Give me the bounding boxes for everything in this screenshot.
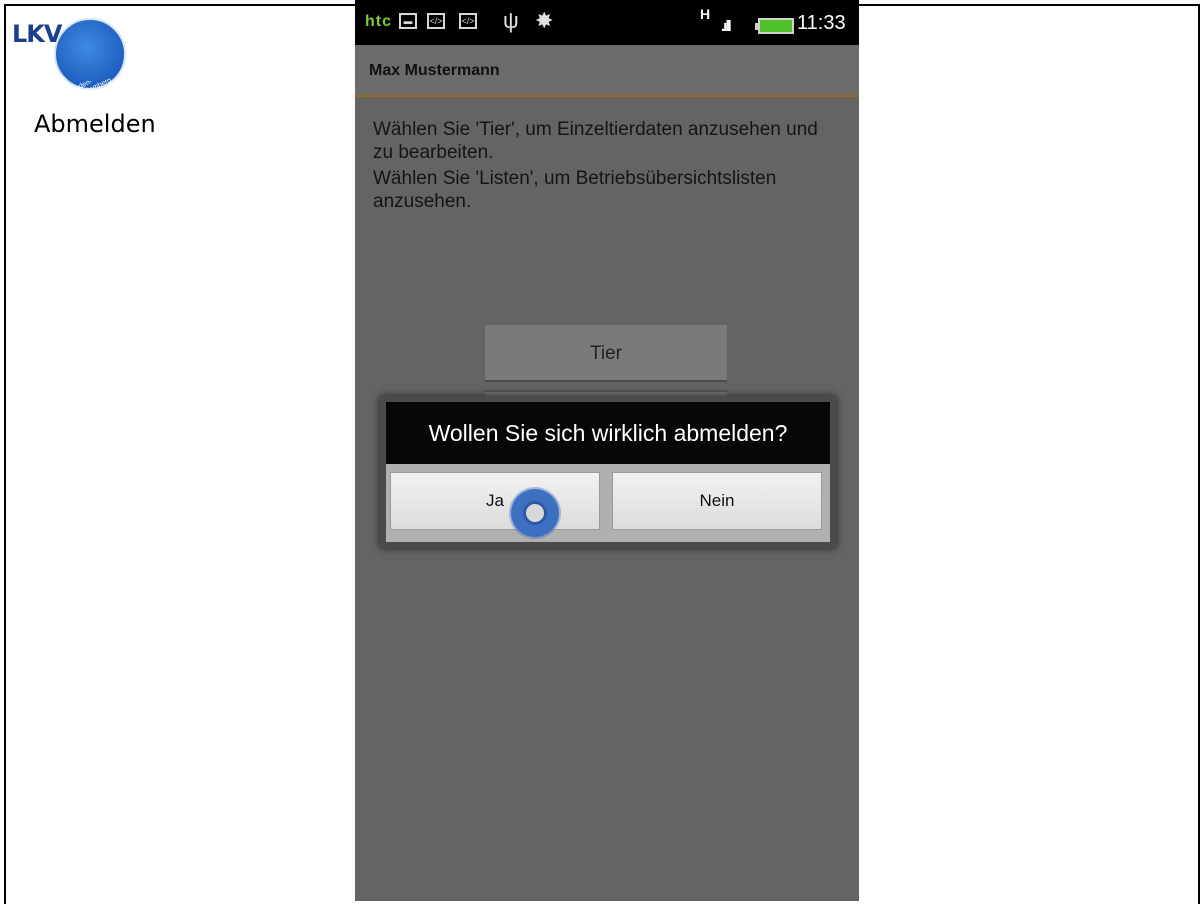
battery-icon	[755, 18, 794, 34]
code-icon: </>	[427, 13, 445, 29]
usb-icon: ψ	[503, 8, 519, 33]
carrier-label: htc	[365, 13, 392, 30]
tier-button[interactable]: Tier	[485, 325, 727, 382]
logout-dialog: Wollen Sie sich wirklich abmelden? Ja Ne…	[380, 396, 836, 548]
code-icon: </>	[459, 13, 477, 29]
status-bar: htc ▬ </> </> ψ ✸ H .ıll 11:33	[355, 0, 859, 45]
app-titlebar: Max Mustermann	[355, 45, 859, 97]
yes-button[interactable]: Ja	[390, 472, 600, 530]
dialog-message: Wollen Sie sich wirklich abmelden?	[386, 402, 830, 464]
info-line-tier: Wählen Sie 'Tier', um Einzeltierdaten an…	[373, 119, 818, 163]
phone-screen: htc ▬ </> </> ψ ✸ H .ıll 11:33 Max Muste…	[355, 0, 859, 901]
network-type-label: H	[700, 6, 711, 22]
lkv-logo: LKV Baden-Württemberg	[12, 16, 132, 100]
status-time: 11:33	[797, 12, 846, 34]
android-debug-icon: ✸	[535, 8, 554, 33]
dialog-button-bar: Ja Nein	[386, 464, 830, 542]
touch-indicator-icon	[511, 489, 559, 537]
step-label: Abmelden	[34, 110, 156, 138]
info-line-listen: Wählen Sie 'Listen', um Betriebsübersich…	[373, 168, 777, 212]
image-icon: ▬	[399, 13, 417, 29]
no-button[interactable]: Nein	[612, 472, 822, 530]
user-name: Max Mustermann	[369, 62, 500, 79]
signal-icon: .ıll	[721, 18, 732, 35]
info-text: Wählen Sie 'Tier', um Einzeltierdaten an…	[373, 118, 843, 216]
logo-text: LKV	[12, 20, 62, 48]
